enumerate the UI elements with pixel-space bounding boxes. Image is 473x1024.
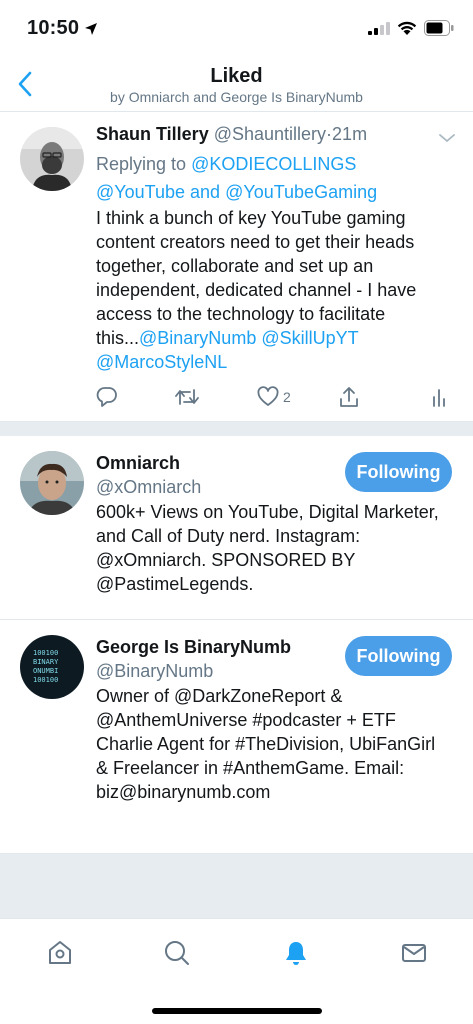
avatar-text-line-1: 100100	[33, 649, 58, 657]
reply-and: and	[185, 182, 226, 202]
tab-messages[interactable]	[394, 933, 434, 973]
avatar-text-line-4: 100100	[33, 676, 58, 684]
tab-notifications[interactable]	[276, 933, 316, 973]
share-button[interactable]	[338, 386, 360, 408]
user-row-omniarch[interactable]: Omniarch @xOmniarch 600k+ Views on YouTu…	[0, 436, 473, 620]
avatar-text-line-2: BINARY	[33, 658, 59, 666]
battery-icon	[424, 20, 454, 36]
status-time: 10:50	[27, 17, 80, 39]
analytics-icon	[433, 389, 445, 407]
home-indicator[interactable]	[152, 1008, 322, 1014]
tweet-header: Shaun Tillery @Shauntillery·21m	[96, 124, 367, 145]
mention-skillupyt[interactable]: @SkillUpYT	[261, 328, 358, 348]
user-name[interactable]: Omniarch	[96, 453, 180, 474]
like-count: 2	[283, 389, 291, 405]
tweet-author-avatar[interactable]	[20, 127, 84, 191]
chevron-down-icon[interactable]	[438, 132, 456, 144]
wifi-icon	[397, 21, 417, 35]
tab-search[interactable]	[157, 933, 197, 973]
user-avatar-binarynumb[interactable]: 100100 BINARY ONUMBI 100100	[20, 635, 84, 699]
user-bio: 600k+ Views on YouTube, Digital Marketer…	[96, 502, 439, 594]
tweet-timestamp: 21m	[332, 124, 368, 144]
header: Liked by Omniarch and George Is BinaryNu…	[0, 56, 473, 112]
section-separator	[0, 422, 473, 436]
tweet[interactable]: Shaun Tillery @Shauntillery·21m Replying…	[0, 112, 473, 422]
tab-home[interactable]	[40, 933, 80, 973]
avatar-text-line-3: ONUMBI	[33, 667, 58, 675]
home-icon	[49, 941, 71, 964]
user-handle[interactable]: @BinaryNumb	[96, 661, 213, 682]
tweet-text: I think a bunch of key YouTube gaming co…	[96, 206, 441, 374]
reply-mention-kodiecollings[interactable]: @KODIECOLLINGS	[191, 154, 356, 174]
tweet-author-name[interactable]: Shaun Tillery	[96, 124, 209, 144]
location-arrow-icon	[85, 23, 97, 35]
messages-icon	[402, 944, 426, 962]
tweet-body: I think a bunch of key YouTube gaming co…	[96, 208, 417, 348]
empty-area	[0, 854, 473, 918]
retweet-icon	[175, 389, 199, 405]
like-button[interactable]: 2	[257, 386, 291, 408]
heart-icon	[257, 386, 279, 406]
page-title: Liked	[210, 65, 263, 87]
tweet-author-handle[interactable]: @Shauntillery	[214, 124, 326, 144]
user-row-binarynumb[interactable]: 100100 BINARY ONUMBI 100100 George Is Bi…	[0, 620, 473, 854]
user-handle[interactable]: @xOmniarch	[96, 477, 201, 498]
following-button[interactable]: Following	[345, 636, 452, 676]
mention-binarynumb[interactable]: @BinaryNumb	[139, 328, 256, 348]
reply-icon	[96, 387, 117, 407]
share-icon	[340, 387, 358, 407]
user-avatar-omniarch[interactable]	[20, 451, 84, 515]
page-subtitle: by Omniarch and George Is BinaryNumb	[110, 89, 363, 105]
replying-to-label: Replying to	[96, 154, 192, 174]
retweet-button[interactable]	[175, 386, 199, 408]
reply-mention-youtubegaming[interactable]: @YouTubeGaming	[225, 182, 377, 202]
user-name[interactable]: George Is BinaryNumb	[96, 637, 291, 658]
replying-to: Replying to @KODIECOLLINGS @YouTube and …	[96, 150, 456, 206]
reply-button[interactable]	[96, 386, 118, 408]
user-bio: Owner of @DarkZoneReport & @AnthemUniver…	[96, 686, 436, 802]
analytics-button[interactable]	[431, 386, 447, 408]
notifications-icon	[286, 942, 306, 965]
search-icon	[165, 941, 189, 965]
tweet-actions: 2	[0, 386, 473, 414]
mention-marcostylenl[interactable]: @MarcoStyleNL	[96, 352, 227, 372]
status-bar: 10:50	[0, 0, 473, 56]
reply-mention-youtube[interactable]: @YouTube	[96, 182, 185, 202]
cellular-signal-icon	[368, 22, 390, 35]
following-button[interactable]: Following	[345, 452, 452, 492]
